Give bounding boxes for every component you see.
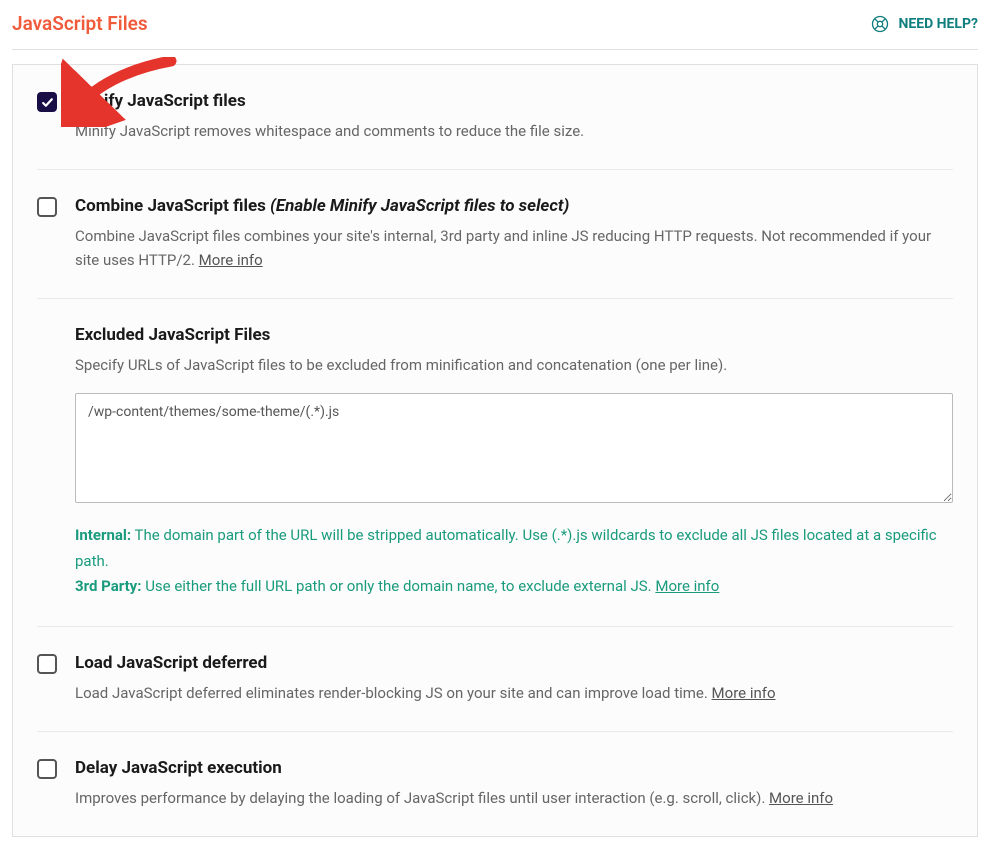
combine-js-option: Combine JavaScript files (Enable Minify … <box>37 170 953 299</box>
lifebuoy-icon <box>870 14 890 34</box>
excluded-js-hint: Internal: The domain part of the URL wil… <box>75 523 953 600</box>
defer-js-option: Load JavaScript deferred Load JavaScript… <box>37 627 953 732</box>
combine-js-description: Combine JavaScript files combines your s… <box>75 224 953 272</box>
delay-js-option: Delay JavaScript execution Improves perf… <box>37 732 953 836</box>
delay-js-checkbox[interactable] <box>37 759 57 779</box>
combine-js-checkbox[interactable] <box>37 197 57 217</box>
defer-js-description: Load JavaScript deferred eliminates rend… <box>75 681 953 705</box>
delay-more-info-link[interactable]: More info <box>769 789 833 807</box>
section-title: JavaScript Files <box>12 12 148 35</box>
combine-js-title: Combine JavaScript files (Enable Minify … <box>75 196 953 216</box>
excluded-js-textarea[interactable] <box>75 393 953 503</box>
defer-js-checkbox[interactable] <box>37 654 57 674</box>
minify-js-option: Minify JavaScript files Minify JavaScrip… <box>37 65 953 170</box>
minify-js-title: Minify JavaScript files <box>75 91 953 111</box>
excluded-js-option: Excluded JavaScript Files Specify URLs o… <box>37 299 953 627</box>
section-header: JavaScript Files NEED HELP? <box>12 12 978 50</box>
delay-js-title: Delay JavaScript execution <box>75 758 953 778</box>
javascript-files-panel: Minify JavaScript files Minify JavaScrip… <box>12 64 978 837</box>
excluded-js-title: Excluded JavaScript Files <box>75 325 953 345</box>
need-help-label: NEED HELP? <box>898 16 978 32</box>
checkmark-icon <box>41 96 54 109</box>
minify-js-checkbox[interactable] <box>37 92 57 112</box>
defer-js-title: Load JavaScript deferred <box>75 653 953 673</box>
combine-more-info-link[interactable]: More info <box>199 251 263 269</box>
defer-more-info-link[interactable]: More info <box>712 684 776 702</box>
need-help-link[interactable]: NEED HELP? <box>870 14 978 34</box>
delay-js-description: Improves performance by delaying the loa… <box>75 786 953 810</box>
excluded-more-info-link[interactable]: More info <box>655 577 719 595</box>
excluded-js-description: Specify URLs of JavaScript files to be e… <box>75 353 953 377</box>
minify-js-description: Minify JavaScript removes whitespace and… <box>75 119 953 143</box>
